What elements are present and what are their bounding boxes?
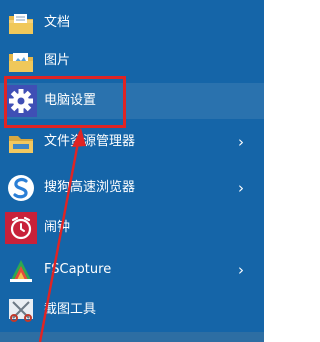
fscapture-icon xyxy=(10,260,32,282)
sogou-browser-icon xyxy=(8,175,34,201)
menu-item-label: 文档 xyxy=(44,15,71,30)
scissors-icon xyxy=(9,299,33,322)
menu-item-label: 图片 xyxy=(44,53,71,68)
start-menu-panel: 文档 图片 电脑设置 文件资源管理器 › 搜狗高速浏览器 › 闹钟 FSCapt… xyxy=(0,0,264,342)
menu-item-label: 截图工具 xyxy=(44,302,97,317)
folder-documents-icon xyxy=(9,14,33,34)
chevron-right-icon[interactable]: › xyxy=(238,170,244,206)
menu-item-fscapture[interactable]: FSCapture › xyxy=(0,252,264,288)
menu-item-label: 搜狗高速浏览器 xyxy=(44,180,136,195)
menu-item-snipping-tool[interactable]: 截图工具 xyxy=(0,292,264,328)
menu-item-documents[interactable]: 文档 xyxy=(0,5,264,41)
alarm-clock-icon xyxy=(5,212,37,244)
highlight-box xyxy=(4,76,126,128)
menu-bottom-strip xyxy=(0,332,264,342)
menu-item-file-explorer[interactable]: 文件资源管理器 › xyxy=(0,124,264,160)
menu-item-label: FSCapture xyxy=(44,262,112,277)
menu-item-pictures[interactable]: 图片 xyxy=(0,43,264,79)
menu-item-sogou-browser[interactable]: 搜狗高速浏览器 › xyxy=(0,170,264,206)
file-explorer-icon xyxy=(9,136,33,153)
menu-item-label: 闹钟 xyxy=(44,220,71,235)
menu-item-alarm-clock[interactable]: 闹钟 xyxy=(0,210,264,246)
chevron-right-icon[interactable]: › xyxy=(238,252,244,288)
chevron-right-icon[interactable]: › xyxy=(238,124,244,160)
menu-item-label: 文件资源管理器 xyxy=(44,134,136,149)
folder-pictures-icon xyxy=(9,53,33,72)
